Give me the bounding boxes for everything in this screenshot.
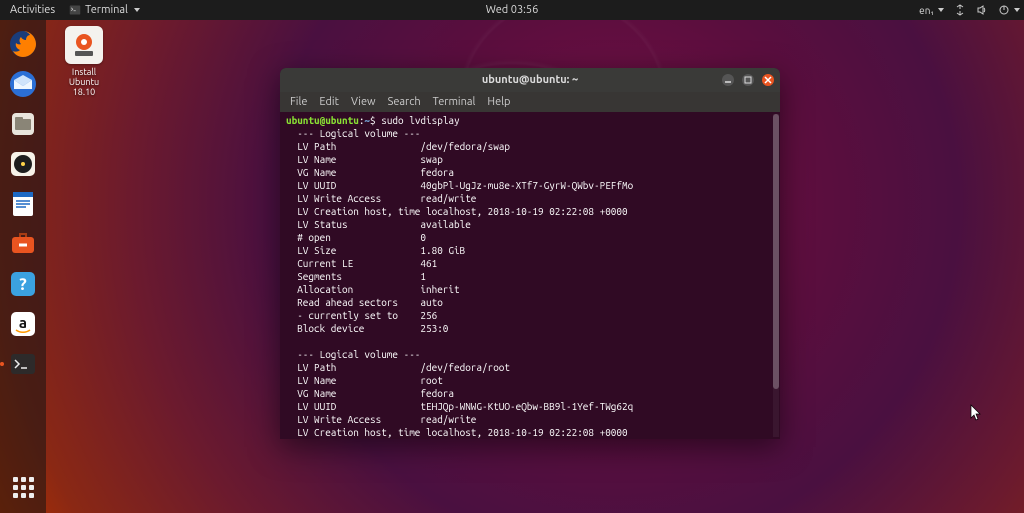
volume-icon[interactable] xyxy=(976,4,988,16)
terminal-icon xyxy=(69,4,81,16)
app-menu-label: Terminal xyxy=(85,4,128,16)
terminal-scrollbar[interactable] xyxy=(773,114,779,437)
dock-item-rhythmbox[interactable] xyxy=(5,146,41,182)
svg-text:a: a xyxy=(19,314,27,331)
menu-file[interactable]: File xyxy=(284,96,313,108)
terminal-window: ubuntu@ubuntu: ~ File Edit View Search T… xyxy=(280,68,780,439)
window-title: ubuntu@ubuntu: ~ xyxy=(482,74,578,86)
window-minimize-button[interactable] xyxy=(722,74,734,86)
clock[interactable]: Wed 03:56 xyxy=(486,4,539,16)
window-maximize-button[interactable] xyxy=(742,74,754,86)
top-bar: Activities Terminal Wed 03:56 en₁ xyxy=(0,0,1024,20)
input-source-indicator[interactable]: en₁ xyxy=(919,5,944,16)
menu-bar: File Edit View Search Terminal Help xyxy=(280,92,780,112)
dock-item-thunderbird[interactable] xyxy=(5,66,41,102)
dock-item-help[interactable]: ? xyxy=(5,266,41,302)
desktop-icon-install-ubuntu[interactable]: Install Ubuntu 18.10 xyxy=(56,26,112,97)
menu-view[interactable]: View xyxy=(345,96,382,108)
installer-icon xyxy=(65,26,103,64)
dock-item-amazon[interactable]: a xyxy=(5,306,41,342)
svg-text:?: ? xyxy=(19,275,27,294)
activities-button[interactable]: Activities xyxy=(4,4,61,16)
menu-edit[interactable]: Edit xyxy=(313,96,345,108)
dock-item-terminal[interactable] xyxy=(5,346,41,382)
show-applications-button[interactable] xyxy=(5,469,41,505)
grid-icon xyxy=(13,477,34,498)
terminal-output[interactable]: ubuntu@ubuntu:~$ sudo lvdisplay --- Logi… xyxy=(280,112,780,439)
cursor-icon xyxy=(970,404,982,422)
menu-help[interactable]: Help xyxy=(481,96,516,108)
scrollbar-thumb[interactable] xyxy=(773,114,779,389)
chevron-down-icon xyxy=(938,8,944,12)
dock-item-writer[interactable] xyxy=(5,186,41,222)
menu-search[interactable]: Search xyxy=(382,96,427,108)
network-icon[interactable] xyxy=(954,4,966,16)
dock-item-files[interactable] xyxy=(5,106,41,142)
chevron-down-icon xyxy=(1014,8,1020,12)
window-close-button[interactable] xyxy=(762,74,774,86)
menu-terminal[interactable]: Terminal xyxy=(427,96,482,108)
window-titlebar[interactable]: ubuntu@ubuntu: ~ xyxy=(280,68,780,92)
app-menu-button[interactable]: Terminal xyxy=(63,4,146,16)
dock-item-software[interactable] xyxy=(5,226,41,262)
power-icon[interactable] xyxy=(998,4,1020,16)
desktop-icon-label: Install Ubuntu 18.10 xyxy=(69,67,99,97)
dock: ? a xyxy=(0,20,46,513)
chevron-down-icon xyxy=(134,8,140,12)
dock-item-firefox[interactable] xyxy=(5,26,41,62)
